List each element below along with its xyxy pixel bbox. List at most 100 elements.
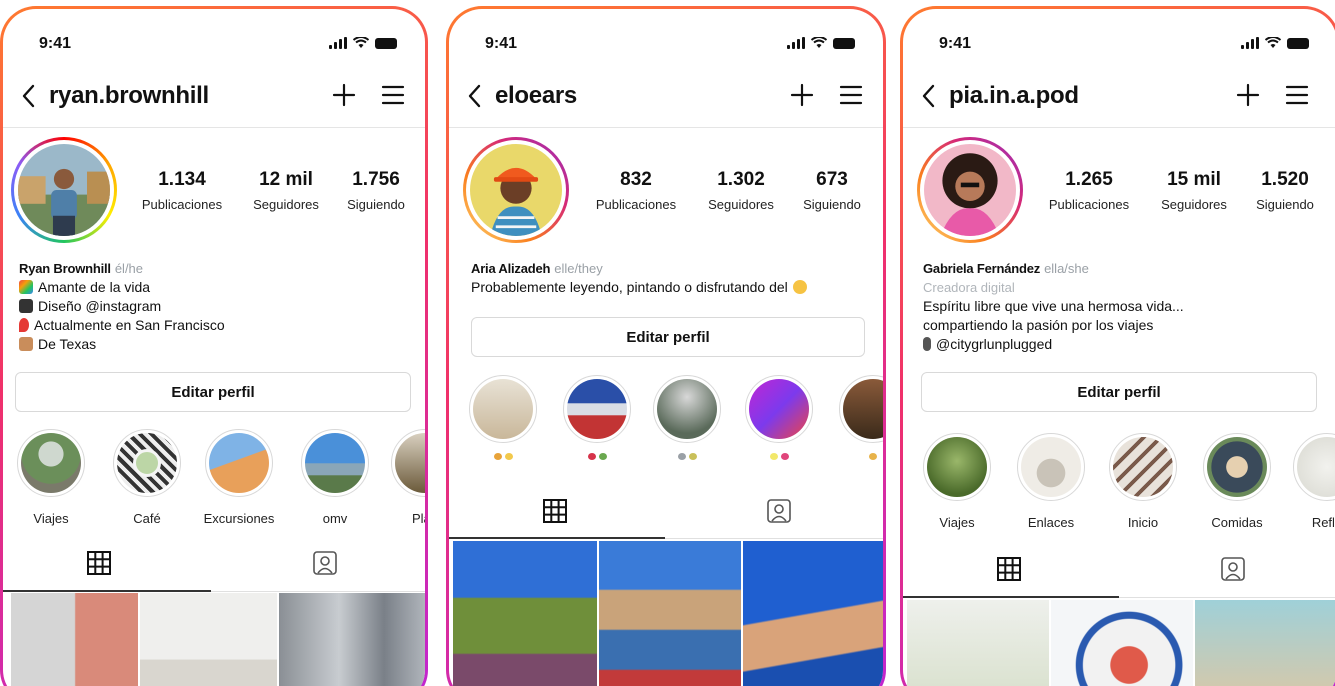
highlight-item[interactable]: Viajes bbox=[11, 429, 91, 526]
avatar[interactable] bbox=[917, 137, 1023, 243]
stat-posts[interactable]: 1.134 Publicaciones bbox=[129, 169, 235, 212]
pronouns: ella/she bbox=[1044, 261, 1089, 276]
active-tab-indicator bbox=[3, 590, 211, 592]
battery-icon bbox=[833, 38, 855, 49]
microphone-icon bbox=[923, 337, 931, 351]
highlight-item[interactable] bbox=[647, 375, 727, 460]
phone-gabriela: 9:41 pia.in.a.pod 1.265 Publicaciones 15… bbox=[900, 6, 1335, 686]
highlight-item[interactable]: Refle bbox=[1287, 433, 1335, 530]
highlight-item[interactable] bbox=[833, 375, 883, 460]
highlight-item[interactable]: Enlaces bbox=[1011, 433, 1091, 530]
tagged-icon[interactable] bbox=[1219, 555, 1247, 583]
highlight-item[interactable] bbox=[557, 375, 637, 460]
profile-bio: Aria Alizadeh elle/they Probablemente ley… bbox=[471, 259, 875, 297]
bio-line[interactable]: @citygrlunplugged bbox=[936, 336, 1052, 352]
post-thumbnail[interactable] bbox=[279, 593, 425, 686]
grid-icon[interactable] bbox=[541, 497, 569, 525]
bio-line: De Texas bbox=[38, 336, 97, 352]
highlight-item[interactable]: Comidas bbox=[1197, 433, 1277, 530]
username: ryan.brownhill bbox=[49, 82, 209, 109]
tagged-icon[interactable] bbox=[765, 497, 793, 525]
battery-icon bbox=[1287, 38, 1309, 49]
sun-icon bbox=[792, 280, 807, 294]
post-thumbnail[interactable] bbox=[743, 541, 883, 686]
edit-profile-button[interactable]: Editar perfil bbox=[15, 372, 411, 412]
plus-icon[interactable] bbox=[1235, 82, 1261, 108]
active-tab-indicator bbox=[449, 537, 665, 539]
username: pia.in.a.pod bbox=[949, 82, 1079, 109]
highlight-item[interactable]: Café bbox=[107, 429, 187, 526]
highlight-item[interactable]: Plan bbox=[385, 429, 425, 526]
highlight-cover bbox=[1297, 437, 1335, 497]
stat-following[interactable]: 673 Siguiendo bbox=[791, 169, 873, 212]
grid-icon[interactable] bbox=[995, 555, 1023, 583]
display-name: Aria Alizadeh bbox=[471, 261, 551, 276]
grid-icon[interactable] bbox=[85, 549, 113, 577]
highlight-cover bbox=[1021, 437, 1081, 497]
signal-icon bbox=[787, 37, 805, 49]
back-icon[interactable] bbox=[919, 83, 941, 109]
status-time: 9:41 bbox=[39, 35, 72, 52]
signal-icon bbox=[329, 37, 347, 49]
post-thumbnail[interactable] bbox=[1195, 600, 1335, 686]
menu-icon[interactable] bbox=[839, 84, 863, 106]
post-thumbnail[interactable] bbox=[1051, 600, 1193, 686]
highlight-cover bbox=[395, 433, 425, 493]
highlight-cover bbox=[843, 379, 883, 439]
back-icon[interactable] bbox=[19, 83, 41, 109]
post-thumbnail[interactable] bbox=[599, 541, 741, 686]
highlight-item[interactable]: Viajes bbox=[917, 433, 997, 530]
highlight-emoji bbox=[739, 453, 819, 460]
stat-posts[interactable]: 1.265 Publicaciones bbox=[1037, 169, 1141, 212]
stat-followers[interactable]: 15 mil Seguidores bbox=[1147, 169, 1241, 212]
highlight-cover bbox=[209, 433, 269, 493]
post-thumbnail[interactable] bbox=[907, 600, 1049, 686]
back-icon[interactable] bbox=[465, 83, 487, 109]
highlight-emoji bbox=[557, 453, 637, 460]
signal-icon bbox=[1241, 37, 1259, 49]
post-thumbnail[interactable] bbox=[140, 593, 277, 686]
status-bar: 9:41 bbox=[931, 35, 1309, 53]
header-divider bbox=[903, 127, 1335, 128]
stat-following[interactable]: 1.520 Siguiendo bbox=[1245, 169, 1325, 212]
status-bar: 9:41 bbox=[477, 35, 855, 53]
bio-line[interactable]: Diseño @instagram bbox=[38, 298, 161, 314]
display-name: Ryan Brownhill bbox=[19, 261, 111, 276]
profile-header: pia.in.a.pod bbox=[919, 77, 1321, 117]
post-thumbnail[interactable] bbox=[11, 593, 138, 686]
highlight-item[interactable] bbox=[739, 375, 819, 460]
highlight-emoji bbox=[647, 453, 727, 460]
highlight-item[interactable]: Excursiones bbox=[199, 429, 279, 526]
rainbow-icon bbox=[19, 280, 33, 294]
stat-following[interactable]: 1.756 Siguiendo bbox=[335, 169, 417, 212]
avatar[interactable] bbox=[11, 137, 117, 243]
highlight-cover bbox=[657, 379, 717, 439]
stat-posts[interactable]: 832 Publicaciones bbox=[581, 169, 691, 212]
plus-icon[interactable] bbox=[331, 82, 357, 108]
highlight-item[interactable]: omv bbox=[295, 429, 375, 526]
highlight-item[interactable] bbox=[463, 375, 543, 460]
profile-header: eloears bbox=[465, 77, 867, 117]
wifi-icon bbox=[1265, 37, 1281, 48]
stat-followers[interactable]: 12 mil Seguidores bbox=[239, 169, 333, 212]
highlight-emoji bbox=[833, 453, 883, 460]
avatar[interactable] bbox=[463, 137, 569, 243]
post-thumbnail[interactable] bbox=[453, 541, 597, 686]
plus-icon[interactable] bbox=[789, 82, 815, 108]
edit-profile-button[interactable]: Editar perfil bbox=[471, 317, 865, 357]
status-time: 9:41 bbox=[485, 35, 518, 52]
profile-bio: Ryan Brownhill él/he Amante de la vida Di… bbox=[19, 259, 417, 354]
battery-icon bbox=[375, 38, 397, 49]
active-tab-indicator bbox=[903, 596, 1119, 598]
bio-line: Probablemente leyendo, pintando o disfru… bbox=[471, 279, 788, 295]
highlight-cover bbox=[473, 379, 533, 439]
edit-profile-button[interactable]: Editar perfil bbox=[921, 372, 1317, 412]
stat-followers[interactable]: 1.302 Seguidores bbox=[695, 169, 787, 212]
pin-icon bbox=[19, 318, 29, 332]
highlight-cover bbox=[749, 379, 809, 439]
menu-icon[interactable] bbox=[1285, 84, 1309, 106]
tagged-icon[interactable] bbox=[311, 549, 339, 577]
menu-icon[interactable] bbox=[381, 84, 405, 106]
highlight-item[interactable]: Inicio bbox=[1103, 433, 1183, 530]
pronouns: elle/they bbox=[554, 261, 603, 276]
